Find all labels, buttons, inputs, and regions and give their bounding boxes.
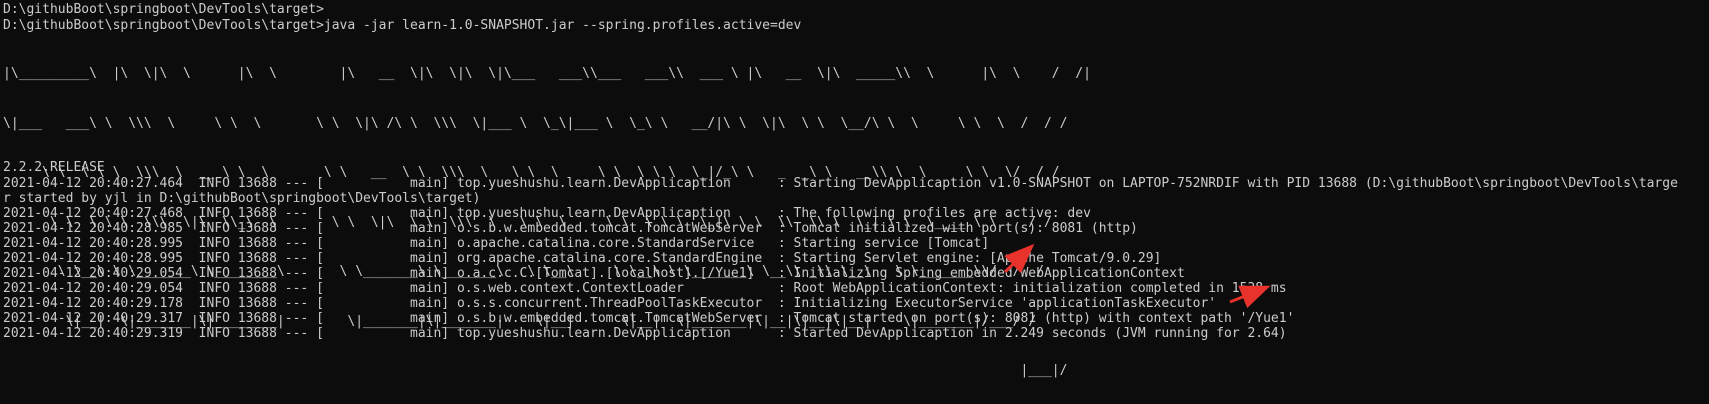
log-line: 2021-04-12 20:40:27.464 INFO 13688 --- [… (3, 176, 1678, 191)
prompt-line: D:\githubBoot\springboot\DevTools\target… (3, 2, 324, 17)
banner-row: |\_________\ |\ \|\ \ |\ \ |\ __ \|\ \|\… (3, 66, 1091, 81)
log-line: r started by yjl in D:\githubBoot\spring… (3, 191, 481, 206)
spring-version: 2.2.2.RELEASE (3, 160, 105, 175)
terminal-window[interactable]: D:\githubBoot\springboot\DevTools\target… (0, 0, 1709, 404)
log-line: 2021-04-12 20:40:28.985 INFO 13688 --- [… (3, 221, 1138, 236)
banner-row: \|___ ___\ \ \\\ \ \ \ \ \ \ \|\ /\ \ \\… (3, 115, 1068, 131)
command-line: D:\githubBoot\springboot\DevTools\target… (3, 18, 802, 33)
log-line: 2021-04-12 20:40:28.995 INFO 13688 --- [… (3, 236, 990, 251)
log-line: 2021-04-12 20:40:29.178 INFO 13688 --- [… (3, 296, 1217, 311)
log-line: 2021-04-12 20:40:29.319 INFO 13688 --- [… (3, 326, 1287, 341)
log-line: 2021-04-12 20:40:29.054 INFO 13688 --- [… (3, 281, 1287, 296)
log-line: 2021-04-12 20:40:29.054 INFO 13688 --- [… (3, 266, 1185, 281)
log-line: 2021-04-12 20:40:29.317 INFO 13688 --- [… (3, 311, 1295, 326)
banner-row: |___|/ (3, 363, 1068, 378)
log-line: 2021-04-12 20:40:28.995 INFO 13688 --- [… (3, 251, 1162, 266)
log-line: 2021-04-12 20:40:27.468 INFO 13688 --- [… (3, 206, 1091, 221)
